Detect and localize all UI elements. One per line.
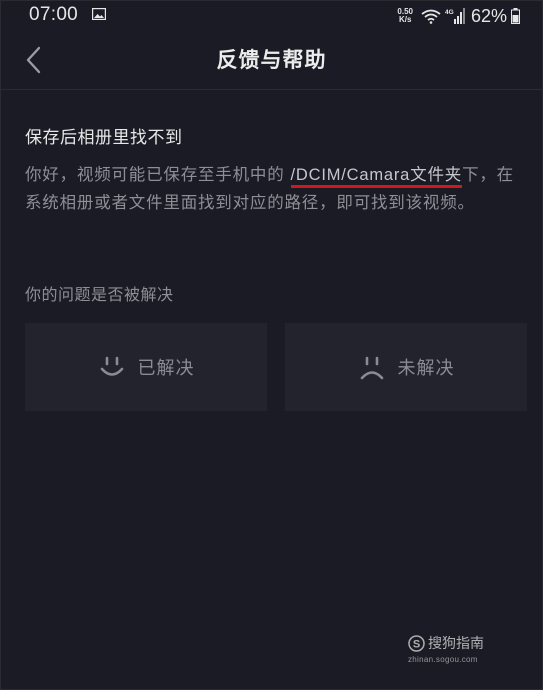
nav-bar: 反馈与帮助: [1, 31, 542, 87]
watermark-row: S 搜狗指南: [408, 633, 518, 653]
nav-divider: [1, 89, 542, 90]
answer-text: 你好，视频可能已保存至手机中的 /DCIM/Camara文件夹下，在系统相册或者…: [25, 161, 525, 217]
wifi-icon: [421, 9, 441, 24]
answer-path-highlight: /DCIM/Camara文件夹: [290, 166, 463, 188]
smile-icon: [100, 356, 123, 376]
svg-text:S: S: [413, 638, 420, 650]
resolved-prompt: 你的问题是否被解决: [25, 285, 174, 304]
sogou-watermark: S 搜狗指南 zhinan.sogou.com: [408, 633, 518, 664]
status-bar: 07:00 0.50 K/s 4G 62%: [1, 1, 542, 31]
unresolved-label: 未解决: [397, 358, 455, 379]
battery-percent: 62%: [470, 5, 507, 26]
image-icon: [92, 8, 106, 20]
answer-prefix: 你好，视频可能已保存至手机中的: [25, 165, 291, 184]
watermark-name: 搜狗指南: [428, 636, 484, 652]
app-screen: 07:00 0.50 K/s 4G 62% 反馈与帮助 保存后相册里找不到 你好…: [0, 0, 543, 690]
network-type-label: 4G: [445, 9, 454, 16]
unresolved-button[interactable]: 未解决: [285, 323, 527, 411]
status-time: 07:00: [29, 4, 79, 25]
sogou-logo-icon: S: [408, 634, 425, 652]
watermark-url: zhinan.sogou.com: [408, 655, 478, 664]
frown-icon: [360, 356, 383, 380]
question-title: 保存后相册里找不到: [25, 128, 183, 148]
resolved-button[interactable]: 已解决: [25, 323, 267, 411]
network-speed: 0.50 K/s: [397, 8, 413, 24]
network-speed-unit: K/s: [398, 15, 412, 24]
battery-icon: [511, 8, 520, 24]
status-indicators: 0.50 K/s 4G 62%: [397, 5, 520, 27]
page-title: 反馈与帮助: [216, 48, 327, 72]
resolved-label: 已解决: [137, 358, 195, 379]
signal-icon: 4G: [445, 8, 465, 24]
